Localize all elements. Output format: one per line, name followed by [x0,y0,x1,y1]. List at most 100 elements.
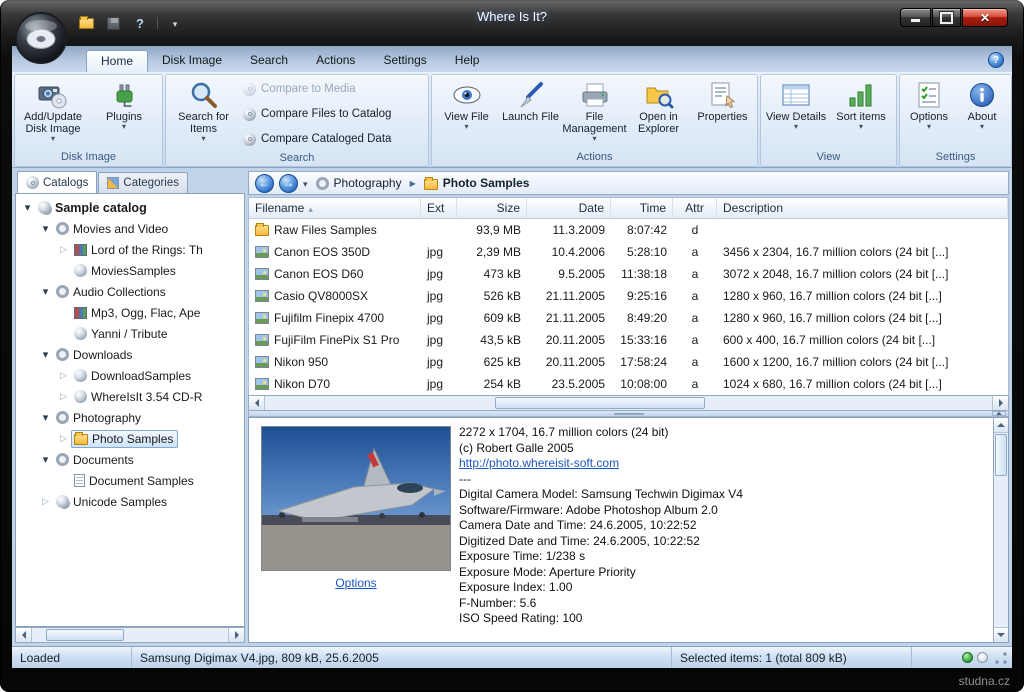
tree-item[interactable]: Downloads [16,344,244,365]
column-header[interactable]: Filename [249,198,421,218]
search-for-items-button[interactable]: Search for Items [169,77,238,151]
table-row[interactable]: Casio QV8000SX jpg 526 kB 21.11.2005 9:2… [249,285,1008,307]
scroll-thumb[interactable] [46,629,124,641]
group-caption: View [761,150,896,166]
tree-item[interactable]: DownloadSamples [16,365,244,386]
tree-item[interactable]: Sample catalog [16,197,244,218]
minimize-button[interactable] [900,8,931,27]
scroll-track[interactable] [265,396,992,410]
expand-arrow-icon[interactable] [56,433,71,444]
cell-size: 625 kB [457,351,527,373]
ribbon-help-button[interactable] [988,52,1004,68]
tab-catalogs[interactable]: Catalogs [17,171,97,193]
maximize-button[interactable] [932,8,961,27]
tree-item[interactable]: MoviesSamples [16,260,244,281]
open-in-explorer-button[interactable]: Open in Explorer [627,77,690,150]
tree-item[interactable]: Yanni / Tribute [16,323,244,344]
launch-file-button[interactable]: Launch File [499,77,562,150]
view-file-button[interactable]: View File [435,77,498,150]
expand-arrow-icon[interactable] [56,244,71,255]
scroll-right-arrow-icon[interactable] [992,396,1008,410]
preview-vertical-scrollbar[interactable] [993,418,1008,642]
history-dropdown-icon[interactable] [303,176,308,190]
open-catalog-button[interactable] [76,14,96,32]
ribbon-tab[interactable]: Help [441,50,494,72]
close-button[interactable] [962,8,1008,27]
splitter-collapse-button[interactable] [992,411,1006,416]
expand-arrow-icon[interactable] [38,348,53,361]
expand-arrow-icon[interactable] [20,201,35,214]
preview-splitter[interactable] [248,411,1009,417]
column-header[interactable]: Time [611,198,673,218]
customize-toolbar-button[interactable] [165,14,185,32]
breadcrumb-item-photography[interactable]: Photography [313,175,405,191]
save-button[interactable] [103,14,123,32]
table-row[interactable]: Canon EOS D60 jpg 473 kB 9.5.2005 11:38:… [249,263,1008,285]
preview-image[interactable] [261,426,451,571]
table-row[interactable]: FujiFilm FinePix S1 Pro jpg 43,5 kB 20.1… [249,329,1008,351]
tree-item[interactable]: Mp3, Ogg, Flac, Ape [16,302,244,323]
tree-item[interactable]: Document Samples [16,470,244,491]
resize-grip[interactable] [994,651,1008,665]
table-row[interactable]: Canon EOS 350D jpg 2,39 MB 10.4.2006 5:2… [249,241,1008,263]
table-row[interactable]: Nikon D70 jpg 254 kB 23.5.2005 10:08:00 … [249,373,1008,395]
scroll-down-arrow-icon[interactable] [994,627,1008,642]
file-management-button[interactable]: File Management [563,77,626,150]
search-menu-item[interactable]: Compare Cataloged Data [239,127,425,151]
app-orb-button[interactable] [14,11,68,65]
ribbon-tab[interactable]: Disk Image [148,50,236,72]
about-button[interactable]: About [956,77,1008,150]
tree-item[interactable]: Photography [16,407,244,428]
tree-item[interactable]: Audio Collections [16,281,244,302]
plugins-button[interactable]: Plugins [89,77,159,150]
title-bar[interactable]: Where Is It? [0,0,1024,46]
column-header[interactable]: Attr [673,198,717,218]
tree-item[interactable]: Photo Samples [16,428,244,449]
tree-item[interactable]: Lord of the Rings: Th [16,239,244,260]
ribbon-tab[interactable]: Settings [369,50,440,72]
expand-arrow-icon[interactable] [38,411,53,424]
column-header[interactable]: Description [717,198,1008,218]
scroll-track[interactable] [32,628,228,642]
scroll-left-arrow-icon[interactable] [16,628,32,642]
add-update-disk-image-button[interactable]: Add/Update Disk Image [18,77,88,150]
column-header[interactable]: Ext [421,198,457,218]
tree-item[interactable]: Unicode Samples [16,491,244,512]
options-button[interactable]: Options [903,77,955,150]
expand-arrow-icon[interactable] [38,222,53,235]
scroll-left-arrow-icon[interactable] [249,396,265,410]
ribbon-tab[interactable]: Search [236,50,302,72]
properties-button[interactable]: Properties [691,77,754,150]
breadcrumb-item-photo-samples[interactable]: Photo Samples [421,175,533,191]
tree-item[interactable]: WhereIsIt 3.54 CD-R [16,386,244,407]
expand-arrow-icon[interactable] [38,285,53,298]
expand-arrow-icon[interactable] [56,370,71,381]
table-row[interactable]: Raw Files Samples 93,9 MB 11.3.2009 8:07… [249,219,1008,241]
search-menu-item[interactable]: Compare Files to Catalog [239,102,425,126]
scroll-thumb[interactable] [495,397,705,409]
view-details-button[interactable]: View Details [764,77,828,150]
forward-button[interactable] [279,174,298,193]
scroll-up-arrow-icon[interactable] [994,418,1008,433]
table-horizontal-scrollbar[interactable] [248,395,1009,411]
expand-arrow-icon[interactable] [38,496,53,507]
scroll-right-arrow-icon[interactable] [228,628,244,642]
tree-item[interactable]: Documents [16,449,244,470]
ribbon-tab[interactable]: Home [86,50,148,72]
tab-categories[interactable]: Categories [98,172,188,193]
table-row[interactable]: Fujifilm Finepix 4700 jpg 609 kB 21.11.2… [249,307,1008,329]
ribbon-tab[interactable]: Actions [302,50,369,72]
column-header[interactable]: Size [457,198,527,218]
tree-item[interactable]: Movies and Video [16,218,244,239]
options-link[interactable]: Options [335,576,376,590]
scroll-thumb[interactable] [995,434,1007,476]
back-button[interactable] [255,174,274,193]
context-help-button[interactable] [130,14,150,32]
tree-horizontal-scrollbar[interactable] [15,627,245,643]
expand-arrow-icon[interactable] [56,391,71,402]
search-menu-item[interactable]: Compare to Media [239,77,425,101]
column-header[interactable]: Date [527,198,611,218]
sort-items-button[interactable]: Sort items [829,77,893,150]
table-row[interactable]: Nikon 950 jpg 625 kB 20.11.2005 17:58:24… [249,351,1008,373]
expand-arrow-icon[interactable] [38,453,53,466]
